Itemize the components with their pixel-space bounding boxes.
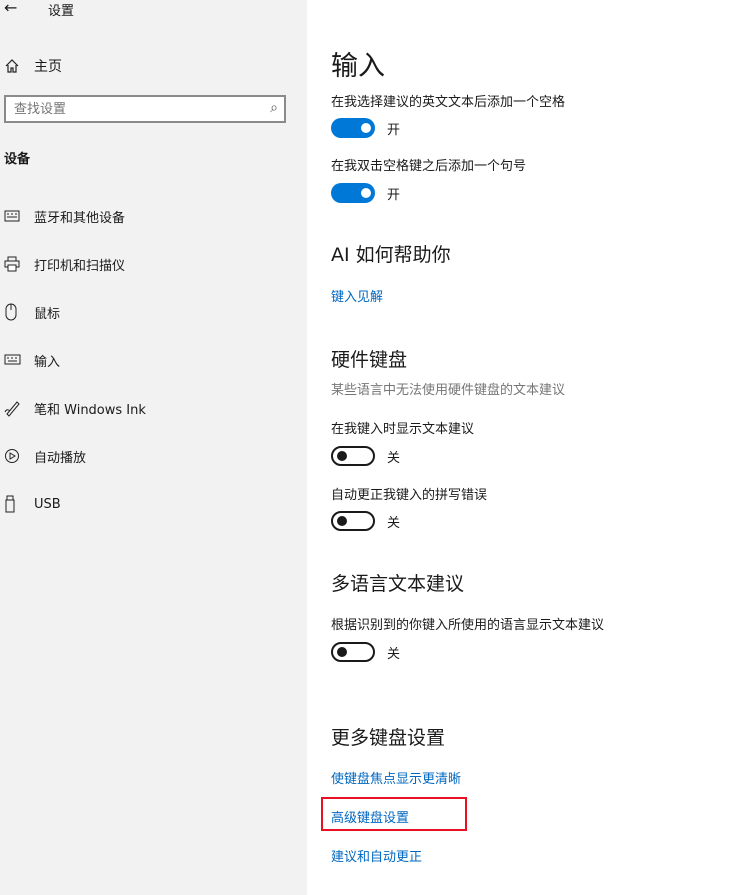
sidebar-item-label: USB [34, 496, 61, 512]
typing-insights-link[interactable]: 键入见解 [331, 286, 383, 305]
setting-label: 在我双击空格键之后添加一个句号 [331, 159, 527, 174]
section-heading-ai: AI 如何帮助你 [331, 244, 451, 266]
sidebar-item-label: 鼠标 [34, 306, 61, 322]
setting-label: 根据识别到的你键入所使用的语言显示文本建议 [331, 618, 605, 633]
toggle-switch[interactable] [331, 511, 375, 531]
section-title: 设备 [4, 152, 31, 167]
window-title: 设置 [48, 4, 75, 19]
search-box[interactable]: ⌕ [4, 95, 286, 123]
sidebar-item-autoplay[interactable]: 自动播放 [4, 446, 86, 466]
section-heading-hardware: 硬件键盘 [331, 349, 408, 371]
sidebar-item-label: 蓝牙和其他设备 [34, 210, 126, 226]
toggle-switch[interactable] [331, 183, 375, 203]
sidebar-item-mouse[interactable]: 鼠标 [4, 302, 60, 322]
toggle-switch[interactable] [331, 446, 375, 466]
section-description: 某些语言中无法使用硬件键盘的文本建议 [331, 383, 566, 398]
sidebar-item-pen[interactable]: 笔和 Windows Ink [4, 398, 146, 418]
sidebar-item-label: 主页 [34, 59, 62, 75]
toggle-state-label: 关 [387, 515, 401, 531]
search-input[interactable] [6, 97, 262, 121]
setting-label: 在我键入时显示文本建议 [331, 422, 475, 437]
pen-icon [4, 399, 34, 417]
toggle-switch[interactable] [331, 642, 375, 662]
sidebar-item-label: 输入 [34, 354, 61, 370]
keyboard-icon [4, 354, 34, 366]
toggle-state-label: 开 [387, 187, 401, 203]
printer-icon [4, 256, 34, 272]
toggle-state-label: 关 [387, 646, 401, 662]
section-heading-multilingual: 多语言文本建议 [331, 573, 465, 595]
search-icon[interactable]: ⌕ [270, 100, 278, 116]
toggle-state-label: 关 [387, 450, 401, 466]
section-heading-more-keyboard: 更多键盘设置 [331, 727, 446, 749]
main-content: 输入 在我选择建议的英文文本后添加一个空格 开 在我双击空格键之后添加一个句号 … [307, 0, 733, 895]
sidebar-item-home[interactable]: 主页 [4, 56, 62, 76]
suggestions-autocorrect-link[interactable]: 建议和自动更正 [331, 846, 422, 865]
add-period-toggle[interactable]: 开 [331, 183, 400, 203]
page-title: 输入 [331, 51, 385, 82]
keyboard-bluetooth-icon [4, 209, 34, 223]
sidebar: ← 设置 主页 ⌕ 设备 蓝牙和其他设备 打印机和扫描仪 鼠标 输入 [0, 0, 307, 895]
sidebar-item-label: 笔和 Windows Ink [34, 402, 146, 418]
home-icon [5, 59, 19, 73]
autocorrect-toggle[interactable]: 关 [331, 511, 400, 531]
toggle-switch[interactable] [331, 118, 375, 138]
sidebar-item-bluetooth[interactable]: 蓝牙和其他设备 [4, 206, 125, 226]
multilingual-suggestions-toggle[interactable]: 关 [331, 642, 400, 662]
sidebar-item-printers[interactable]: 打印机和扫描仪 [4, 254, 125, 274]
sidebar-item-label: 打印机和扫描仪 [34, 258, 126, 274]
show-suggestions-toggle[interactable]: 关 [331, 446, 400, 466]
sidebar-item-usb[interactable]: USB [4, 494, 61, 514]
back-arrow-icon[interactable]: ← [4, 0, 17, 17]
add-space-toggle[interactable]: 开 [331, 118, 400, 138]
sidebar-item-typing[interactable]: 输入 [4, 350, 60, 370]
sidebar-item-label: 自动播放 [34, 450, 87, 466]
toggle-state-label: 开 [387, 122, 401, 138]
advanced-keyboard-settings-link[interactable]: 高级键盘设置 [331, 807, 409, 826]
usb-icon [4, 495, 34, 513]
setting-label: 自动更正我键入的拼写错误 [331, 488, 488, 503]
keyboard-focus-link[interactable]: 使键盘焦点显示更清晰 [331, 768, 461, 787]
autoplay-icon [4, 448, 34, 464]
mouse-icon [4, 303, 34, 321]
setting-label: 在我选择建议的英文文本后添加一个空格 [331, 95, 566, 110]
